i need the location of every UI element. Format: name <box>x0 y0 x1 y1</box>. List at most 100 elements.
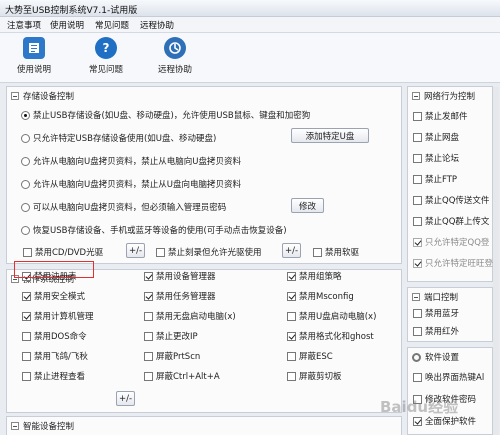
checkbox-row[interactable]: 禁用红外 <box>413 325 459 337</box>
menu-faq[interactable]: 常见问题 <box>95 19 129 31</box>
checkbox-icon[interactable] <box>413 111 422 121</box>
checkbox-row[interactable]: 只允许特定旺旺登 <box>413 257 493 269</box>
scrollbar[interactable] <box>493 87 499 435</box>
checkbox-icon[interactable] <box>144 271 153 281</box>
storage-option-2[interactable]: 只允许特定USB存储设备使用(如U盘、移动硬盘) <box>21 132 216 144</box>
collapse-icon[interactable] <box>412 92 420 100</box>
burn-plusminus-button[interactable]: +/- <box>282 243 301 258</box>
faq-button[interactable]: ? 常见问题 <box>78 37 134 81</box>
checkbox-row[interactable]: 禁用DOS命令 <box>22 330 87 342</box>
checkbox-row[interactable]: 禁用蓝牙 <box>413 307 459 319</box>
checkbox-label: 禁止更改IP <box>156 332 198 342</box>
checkbox-row[interactable]: 禁用无盘启动电脑(x) <box>144 310 236 322</box>
checkbox-icon[interactable] <box>413 372 422 382</box>
cd-plusminus-button[interactable]: +/- <box>126 243 145 258</box>
checkbox-icon[interactable] <box>22 371 31 381</box>
checkbox-row[interactable]: 禁止FTP <box>413 173 457 185</box>
checkbox-icon[interactable] <box>287 351 296 361</box>
checkbox-row[interactable]: 屏蔽PrtScn <box>144 350 200 362</box>
checkbox-row[interactable]: 屏蔽剪切板 <box>287 370 342 382</box>
process-plusminus-button[interactable]: +/- <box>116 391 135 406</box>
menu-remote[interactable]: 远程协助 <box>140 19 174 31</box>
checkbox-row[interactable]: 禁用格式化和ghost <box>287 330 374 342</box>
checkbox-icon[interactable] <box>23 247 32 257</box>
checkbox-icon[interactable] <box>413 216 422 226</box>
checkbox-row[interactable]: 禁止QQ传送文件 <box>413 194 489 206</box>
checkbox-row[interactable]: 禁用设备管理器 <box>144 270 216 282</box>
checkbox-row[interactable]: 禁止发邮件 <box>413 110 468 122</box>
burn-checkbox[interactable]: 禁止刻录但允许光驱使用 <box>156 246 262 258</box>
checkbox-icon[interactable] <box>22 311 31 321</box>
checkbox-row[interactable]: 屏蔽ESC <box>287 350 333 362</box>
manual-button[interactable]: 使用说明 <box>6 37 62 81</box>
collapse-icon[interactable] <box>11 92 19 100</box>
radio-icon[interactable] <box>21 156 30 166</box>
checkbox-icon[interactable] <box>413 308 422 318</box>
checkbox-icon[interactable] <box>313 247 322 257</box>
radio-icon[interactable] <box>21 110 30 120</box>
storage-option-5[interactable]: 可以从电脑向U盘拷贝资料，但必须输入管理员密码 <box>21 201 226 213</box>
checkbox-row[interactable]: 禁用Msconfig <box>287 290 354 302</box>
checkbox-row[interactable]: 禁用飞鸽/飞秋 <box>22 350 88 362</box>
checkbox-icon[interactable] <box>22 291 31 301</box>
checkbox-label: 禁止QQ群上传文 <box>425 217 490 227</box>
checkbox-row[interactable]: 禁止QQ群上传文 <box>413 215 489 227</box>
window-title: 大势至USB控制系统V7.1-试用版 <box>5 6 138 16</box>
menu-notes[interactable]: 注意事项 <box>7 19 41 31</box>
storage-option-6[interactable]: 恢复USB存储设备、手机或蓝牙等设备的使用(可手动点击恢复设备) <box>21 224 287 236</box>
checkbox-row[interactable]: 禁止网盘 <box>413 131 459 143</box>
checkbox-row[interactable]: 禁用组策略 <box>287 270 342 282</box>
checkbox-row[interactable]: 禁止进程查看 <box>22 370 85 382</box>
floppy-checkbox[interactable]: 禁用软驱 <box>313 246 359 258</box>
checkbox-icon[interactable] <box>287 311 296 321</box>
checkbox-icon[interactable] <box>144 351 153 361</box>
remote-button[interactable]: 远程协助 <box>147 37 203 81</box>
checkbox-icon[interactable] <box>413 416 422 426</box>
checkbox-row[interactable]: 屏蔽Ctrl+Alt+A <box>144 370 220 382</box>
collapse-icon[interactable] <box>11 422 19 430</box>
checkbox-icon[interactable] <box>22 351 31 361</box>
checkbox-icon[interactable] <box>287 291 296 301</box>
add-udisk-button[interactable]: 添加特定U盘 <box>291 128 369 143</box>
checkbox-icon[interactable] <box>413 326 422 336</box>
checkbox-icon[interactable] <box>22 331 31 341</box>
title-bar: 大势至USB控制系统V7.1-试用版 <box>0 0 500 17</box>
storage-header: 存储设备控制 <box>11 90 74 102</box>
radio-icon[interactable] <box>21 179 30 189</box>
checkbox-row[interactable]: 禁用任务管理器 <box>144 290 216 302</box>
checkbox-icon[interactable] <box>413 174 422 184</box>
checkbox-row[interactable]: 禁止更改IP <box>144 330 198 342</box>
checkbox-icon[interactable] <box>413 258 422 268</box>
menu-manual[interactable]: 使用说明 <box>50 19 84 31</box>
checkbox-row[interactable]: 禁用U盘启动电脑(x) <box>287 310 376 322</box>
checkbox-row[interactable]: 禁用计算机管理 <box>22 310 94 322</box>
storage-option-1[interactable]: 禁止USB存储设备(如U盘、移动硬盘)，允许使用USB鼠标、键盘和加密狗 <box>21 109 310 121</box>
radio-icon[interactable] <box>21 133 30 143</box>
checkbox-icon[interactable] <box>413 132 422 142</box>
checkbox-icon[interactable] <box>156 247 165 257</box>
checkbox-icon[interactable] <box>413 153 422 163</box>
checkbox-icon[interactable] <box>144 371 153 381</box>
radio-icon[interactable] <box>21 202 30 212</box>
storage-option-3[interactable]: 允许从电脑向U盘拷贝资料，禁止从电脑向U盘拷贝资料 <box>21 155 241 167</box>
checkbox-icon[interactable] <box>413 237 422 247</box>
storage-option-4[interactable]: 允许从电脑向U盘拷贝资料，禁止从U盘向电脑拷贝资料 <box>21 178 241 190</box>
checkbox-icon[interactable] <box>287 371 296 381</box>
checkbox-row[interactable]: 唤出界面热键Al <box>413 371 484 383</box>
collapse-icon[interactable] <box>412 293 420 301</box>
checkbox-icon[interactable] <box>413 195 422 205</box>
checkbox-icon[interactable] <box>287 331 296 341</box>
modify-button[interactable]: 修改 <box>291 198 324 213</box>
checkbox-row[interactable]: 禁用安全模式 <box>22 290 85 302</box>
checkbox-row[interactable]: 只允许特定QQ登 <box>413 236 489 248</box>
checkbox-icon[interactable] <box>144 291 153 301</box>
checkbox-label: 唤出界面热键Al <box>425 373 485 383</box>
cd-dvd-checkbox[interactable]: 禁用CD/DVD光驱 <box>23 246 103 258</box>
faq-label: 常见问题 <box>88 65 123 75</box>
checkbox-label: 禁止QQ传送文件 <box>425 196 490 206</box>
checkbox-icon[interactable] <box>144 311 153 321</box>
radio-icon[interactable] <box>21 225 30 235</box>
checkbox-row[interactable]: 禁止论坛 <box>413 152 459 164</box>
checkbox-icon[interactable] <box>144 331 153 341</box>
checkbox-icon[interactable] <box>287 271 296 281</box>
